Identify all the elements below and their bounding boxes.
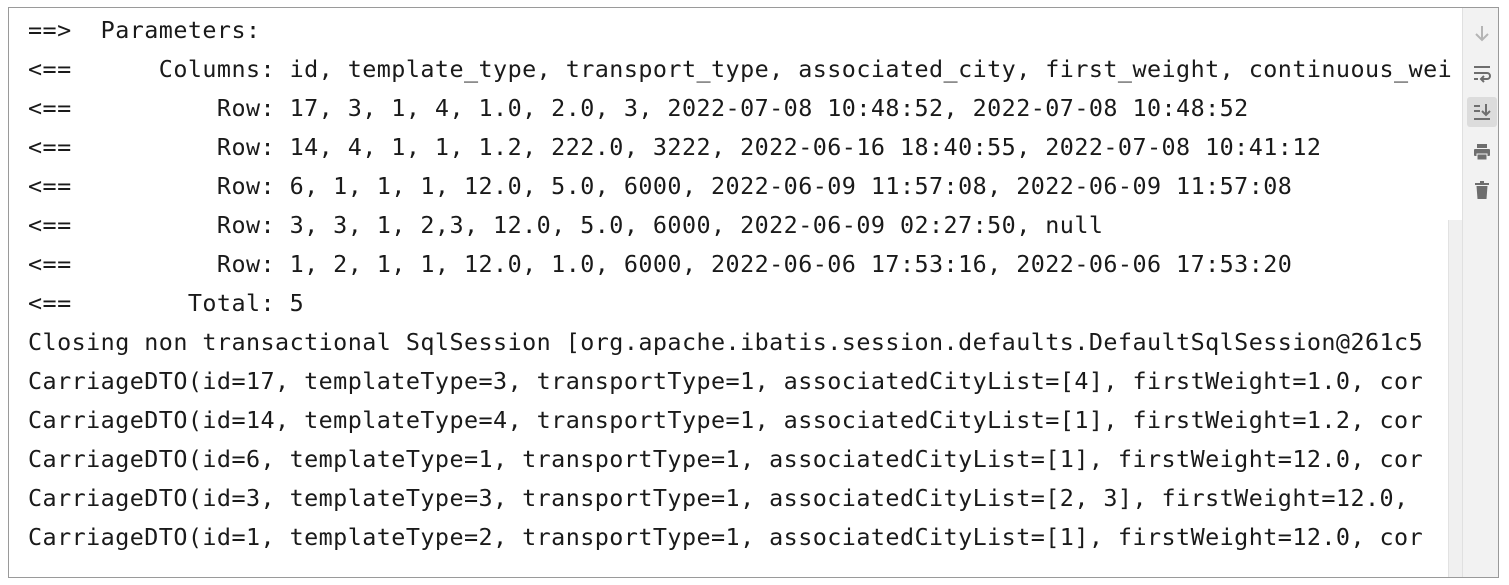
soft-wrap-button[interactable] <box>1467 58 1497 88</box>
printer-icon <box>1474 144 1490 161</box>
log-line-dto: CarriageDTO(id=14, templateType=4, trans… <box>28 406 1424 434</box>
soft-wrap-icon <box>1474 66 1491 83</box>
log-line-row: <== Row: 1, 2, 1, 1, 12.0, 1.0, 6000, 20… <box>28 250 1293 278</box>
scroll-to-end-icon <box>1474 104 1491 120</box>
log-line-closing-session: Closing non transactional SqlSession [or… <box>28 328 1424 356</box>
log-line-dto: CarriageDTO(id=17, templateType=3, trans… <box>28 367 1424 395</box>
scroll-to-end-button[interactable] <box>1467 97 1497 127</box>
log-line-total: <== Total: 5 <box>28 289 305 317</box>
console-window: ==> Parameters: <== Columns: id, templat… <box>8 7 1499 578</box>
log-line-row: <== Row: 14, 4, 1, 1, 1.2, 222.0, 3222, … <box>28 133 1322 161</box>
log-line-row: <== Row: 6, 1, 1, 1, 12.0, 5.0, 6000, 20… <box>28 172 1293 200</box>
clear-all-button[interactable] <box>1467 175 1497 205</box>
log-line-dto: CarriageDTO(id=3, templateType=3, transp… <box>28 484 1424 512</box>
log-line-columns: <== Columns: id, template_type, transpor… <box>28 55 1453 83</box>
scroll-down-button[interactable] <box>1467 19 1497 49</box>
log-line-row: <== Row: 17, 3, 1, 4, 1.0, 2.0, 3, 2022-… <box>28 94 1249 122</box>
console-toolbar <box>1462 8 1498 577</box>
log-line-row: <== Row: 3, 3, 1, 2,3, 12.0, 5.0, 6000, … <box>28 211 1104 239</box>
vertical-scrollbar[interactable] <box>1448 220 1462 577</box>
arrow-down-icon <box>1475 26 1489 42</box>
print-button[interactable] <box>1467 137 1497 167</box>
log-line-dto: CarriageDTO(id=6, templateType=1, transp… <box>28 445 1424 473</box>
log-line-dto: CarriageDTO(id=1, templateType=2, transp… <box>28 523 1424 551</box>
log-line-parameters: ==> Parameters: <box>28 16 276 44</box>
trash-icon <box>1475 181 1489 199</box>
console-output[interactable]: ==> Parameters: <== Columns: id, templat… <box>9 8 1462 577</box>
